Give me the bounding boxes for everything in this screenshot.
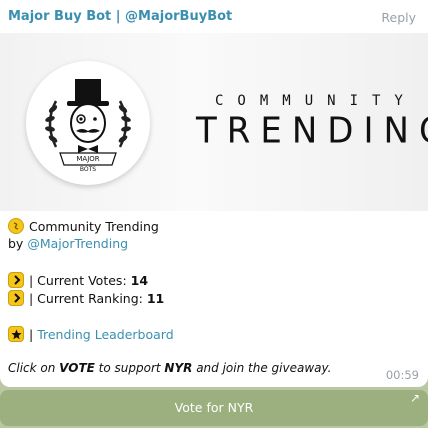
leaderboard-row: | Trending Leaderboard [8,326,174,342]
ranking-row: | Current Ranking: 11 [8,290,164,306]
trending-banner[interactable]: MAJOR BOTS COMMUNITY TRENDING [0,33,428,211]
vote-button[interactable]: Vote for NYR ↗ [0,390,428,426]
vote-button-label: Vote for NYR [174,400,254,415]
trending-channel-link[interactable]: @MajorTrending [27,236,128,251]
star-icon [8,326,24,342]
message-title: Community Trending [29,219,159,234]
votes-value: 14 [130,273,149,288]
bot-logo-icon: MAJOR BOTS [26,61,150,185]
byline: by @MajorTrending [8,236,129,251]
banner-title-main: TRENDING [196,110,428,152]
arrow-right-icon [8,272,24,288]
svg-text:MAJOR: MAJOR [76,155,99,163]
sender-name[interactable]: Major Buy Bot | @MajorBuyBot [8,9,232,24]
call-to-action: Click on VOTE to support NYR and join th… [8,361,332,375]
votes-row: | Current Votes: 14 [8,272,148,288]
message-title-row: Community Trending [8,218,159,234]
coin-icon [8,218,24,234]
external-link-icon: ↗ [409,391,420,405]
svg-text:BOTS: BOTS [80,166,96,173]
ranking-value: 11 [146,291,165,306]
reply-button[interactable]: Reply [381,10,416,25]
arrow-right-icon [8,290,24,306]
leaderboard-link[interactable]: Trending Leaderboard [37,327,173,342]
message-bubble: Major Buy Bot | @MajorBuyBot Reply MAJOR… [0,0,428,387]
cta-token: NYR [164,361,193,375]
banner-title-top: COMMUNITY [215,93,417,109]
cta-vote: VOTE [59,361,95,375]
